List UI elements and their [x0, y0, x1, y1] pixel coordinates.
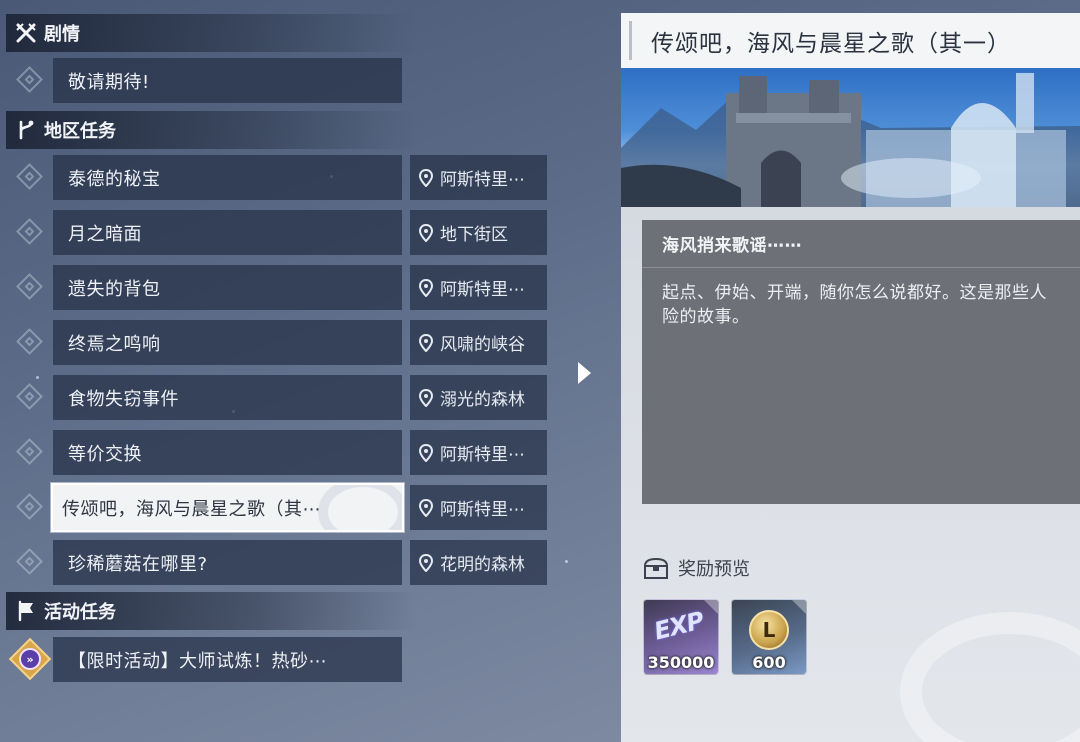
reward-amount: 350000 — [647, 653, 715, 672]
quest-status-diamond-icon — [15, 437, 43, 465]
rewards-label: 奖励预览 — [678, 559, 750, 580]
quest-location-label: 阿斯特里⋯ — [440, 280, 525, 300]
crossed-swords-icon — [14, 21, 38, 45]
section-header-story: 剧情 — [6, 14, 416, 52]
quest-status-diamond-icon — [15, 327, 43, 355]
quest-status-diamond-icon — [15, 65, 43, 93]
quest-location-label: 阿斯特里⋯ — [440, 445, 525, 465]
map-pin-icon — [418, 498, 434, 517]
quest-detail-panel: 传颂吧，海风与晨星之歌（其一） 海风捎来歌谣⋯⋯ 起点、伊始、开端，随你怎么说都… — [621, 13, 1080, 742]
treasure-chest-icon — [643, 557, 669, 579]
quest-location-label: 风啸的峡谷 — [440, 335, 525, 355]
map-pin-icon — [418, 443, 434, 462]
expand-arrow-icon[interactable] — [578, 362, 591, 384]
quest-location-label: 花明的森林 — [440, 555, 525, 575]
quest-location[interactable]: 风啸的峡谷 — [410, 320, 547, 365]
quest-location[interactable]: 阿斯特里⋯ — [410, 485, 547, 530]
map-pin-icon — [418, 388, 434, 407]
background-sparkle — [565, 560, 568, 563]
quest-status-diamond-icon — [15, 217, 43, 245]
map-pin-icon — [418, 553, 434, 572]
quest-status-diamond-icon — [15, 162, 43, 190]
fast-forward-badge-icon: » — [8, 637, 52, 681]
section-header-regional: 地区任务 — [6, 111, 416, 149]
branch-icon — [14, 118, 38, 142]
quest-location[interactable]: 花明的森林 — [410, 540, 547, 585]
quest-location[interactable]: 阿斯特里⋯ — [410, 265, 547, 310]
exp-icon: EXP — [651, 606, 707, 646]
map-pin-icon — [418, 223, 434, 242]
quest-detail-header: 传颂吧，海风与晨星之歌（其一） — [621, 13, 1080, 68]
map-pin-icon — [418, 278, 434, 297]
rewards-header: 奖励预览 — [642, 553, 750, 583]
quest-item[interactable]: 等价交换 — [53, 430, 402, 475]
quest-status-diamond-icon — [15, 272, 43, 300]
quest-location-label: 溺光的森林 — [440, 390, 525, 410]
quest-item[interactable]: 泰德的秘宝 — [53, 155, 402, 200]
quest-location[interactable]: 溺光的森林 — [410, 375, 547, 420]
quest-status-diamond-icon — [15, 492, 43, 520]
quest-description-box: 海风捎来歌谣⋯⋯ 起点、伊始、开端，随你怎么说都好。这是那些人 险的故事。 — [642, 220, 1080, 504]
quest-item[interactable]: 终焉之鸣响 — [53, 320, 402, 365]
quest-status-diamond-icon — [15, 382, 43, 410]
quest-location[interactable]: 阿斯特里⋯ — [410, 155, 547, 200]
quest-status-diamond-icon — [15, 547, 43, 575]
selected-emblem-decoration — [318, 485, 402, 530]
coin-icon: L — [749, 610, 789, 650]
quest-item[interactable]: 珍稀蘑菇在哪里? — [53, 540, 402, 585]
panel-emblem-decoration — [900, 612, 1080, 742]
reward-amount: 600 — [752, 653, 786, 672]
quest-location-label: 阿斯特里⋯ — [440, 500, 525, 520]
reward-item-exp[interactable]: EXP 350000 — [643, 599, 719, 675]
quest-item[interactable]: 月之暗面 — [53, 210, 402, 255]
quest-item[interactable]: 食物失窃事件 — [53, 375, 402, 420]
section-title-story: 剧情 — [44, 24, 80, 45]
quest-item[interactable]: 遗失的背包 — [53, 265, 402, 310]
quest-location-label: 阿斯特里⋯ — [440, 170, 525, 190]
quest-item-selected[interactable]: 传颂吧，海风与晨星之歌（其⋯ — [51, 483, 404, 532]
flag-icon — [14, 599, 38, 623]
quest-description-text: 起点、伊始、开端，随你怎么说都好。这是那些人 险的故事。 — [662, 283, 1047, 327]
map-pin-icon — [418, 333, 434, 352]
section-header-event: 活动任务 — [6, 592, 416, 630]
quest-location[interactable]: 地下街区 — [410, 210, 547, 255]
section-title-event: 活动任务 — [44, 602, 116, 623]
quest-list: 剧情 敬请期待! 地区任务 泰德的秘宝 阿斯特里⋯ 月之暗面 地下街区 遗失的背… — [0, 0, 560, 742]
quest-location[interactable]: 阿斯特里⋯ — [410, 430, 547, 475]
quest-banner-image — [621, 68, 1080, 207]
reward-item-coin[interactable]: L 600 — [731, 599, 807, 675]
quest-location-label: 地下街区 — [440, 225, 508, 245]
quest-item-coming-soon[interactable]: 敬请期待! — [53, 58, 402, 103]
quest-item-label: 传颂吧，海风与晨星之歌（其⋯ — [62, 498, 321, 520]
section-title-regional: 地区任务 — [44, 121, 116, 142]
map-pin-icon — [418, 168, 434, 187]
quest-item-event[interactable]: 【限时活动】大师试炼！热砂⋯ — [53, 637, 402, 682]
quest-detail-title: 传颂吧，海风与晨星之歌（其一） — [651, 30, 1011, 57]
quest-description-subtitle: 海风捎来歌谣⋯⋯ — [642, 220, 1080, 268]
